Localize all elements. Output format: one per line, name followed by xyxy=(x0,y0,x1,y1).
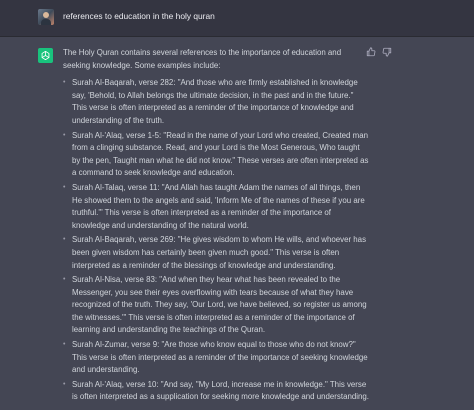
list-item: Surah Al-Baqarah, verse 282: "And those … xyxy=(63,77,369,127)
openai-logo-icon xyxy=(38,48,53,63)
list-item: Surah Al-Zumar, verse 9: "Are those who … xyxy=(63,339,369,377)
assistant-message-row: The Holy Quran contains several referenc… xyxy=(0,37,474,410)
assistant-message-content: The Holy Quran contains several referenc… xyxy=(63,47,369,406)
user-avatar xyxy=(38,9,54,25)
thumbs-down-icon[interactable] xyxy=(382,47,392,57)
list-item: Surah Al-Nisa, verse 83: "And when they … xyxy=(63,274,369,337)
list-item: Surah Al-'Alaq, verse 1-5: "Read in the … xyxy=(63,130,369,180)
list-item: Surah Al-Baqarah, verse 269: "He gives w… xyxy=(63,234,369,272)
feedback-actions xyxy=(366,47,392,59)
intro-paragraph: The Holy Quran contains several referenc… xyxy=(63,48,342,70)
user-message-text: references to education in the holy qura… xyxy=(63,11,215,21)
list-item: Surah Al-'Alaq, verse 10: "And say, "My … xyxy=(63,379,369,404)
user-message-row: references to education in the holy qura… xyxy=(0,0,474,37)
list-item: Surah Al-Talaq, verse 11: "And Allah has… xyxy=(63,182,369,232)
references-list: Surah Al-Baqarah, verse 282: "And those … xyxy=(63,77,369,404)
